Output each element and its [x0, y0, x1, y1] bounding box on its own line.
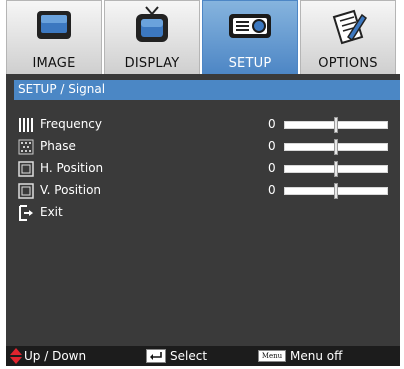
tab-options[interactable]: OPTIONS [300, 0, 396, 74]
phase-icon [18, 139, 34, 155]
frequency-slider[interactable] [284, 117, 388, 133]
slider-knob[interactable] [334, 183, 338, 199]
settings-panel: SETUP / Signal Frequency 0 Phase 0 H. Po… [6, 74, 400, 346]
menu-row-label: Frequency [40, 117, 102, 131]
v-position-icon [18, 183, 34, 199]
slider-knob[interactable] [334, 139, 338, 155]
tab-image[interactable]: IMAGE [6, 0, 102, 74]
tab-options-label: OPTIONS [318, 56, 378, 71]
h-position-icon [18, 161, 34, 177]
menu-row-frequency[interactable]: Frequency 0 [6, 114, 400, 136]
panel-title: SETUP / Signal [18, 82, 106, 96]
menu-row-label: Exit [40, 205, 63, 219]
tab-setup[interactable]: SETUP [202, 0, 298, 74]
tab-bar: IMAGE DISPLAY SETUP OPTIONS [6, 0, 400, 74]
panel-title-bar: SETUP / Signal [14, 80, 400, 100]
menu-row-value: 0 [268, 161, 276, 175]
menu-row-exit[interactable]: Exit [6, 202, 400, 224]
up-down-arrow-icon [10, 348, 22, 364]
slider-knob[interactable] [334, 161, 338, 177]
v-position-slider[interactable] [284, 183, 388, 199]
footer-select-label: Select [170, 349, 208, 363]
tv-icon [136, 6, 168, 42]
menu-row-h-position[interactable]: H. Position 0 [6, 158, 400, 180]
footer-hints: Up / Down Select Menu Menu off [6, 346, 400, 366]
menu-row-v-position[interactable]: V. Position 0 [6, 180, 400, 202]
menu-row-value: 0 [268, 139, 276, 153]
menu-row-value: 0 [268, 117, 276, 131]
tab-image-label: IMAGE [32, 56, 76, 71]
pencil-paper-icon [332, 9, 368, 45]
menu-row-label: H. Position [40, 161, 104, 175]
monitor-icon [37, 11, 71, 39]
menu-row-label: Phase [40, 139, 76, 153]
footer-updown-label: Up / Down [24, 349, 87, 363]
menu-row-value: 0 [268, 183, 276, 197]
menu-row-phase[interactable]: Phase 0 [6, 136, 400, 158]
projector-icon [229, 14, 271, 38]
enter-key-icon [146, 349, 166, 363]
footer-menu-off-label: Menu off [290, 349, 343, 363]
menu-row-label: V. Position [40, 183, 102, 197]
menu-key-icon: Menu [258, 350, 286, 362]
tab-display-label: DISPLAY [124, 56, 180, 71]
tab-display[interactable]: DISPLAY [104, 0, 200, 74]
h-position-slider[interactable] [284, 161, 388, 177]
exit-icon [19, 205, 33, 221]
slider-knob[interactable] [334, 117, 338, 133]
frequency-icon [19, 118, 33, 132]
phase-slider[interactable] [284, 139, 388, 155]
tab-setup-label: SETUP [228, 56, 272, 71]
